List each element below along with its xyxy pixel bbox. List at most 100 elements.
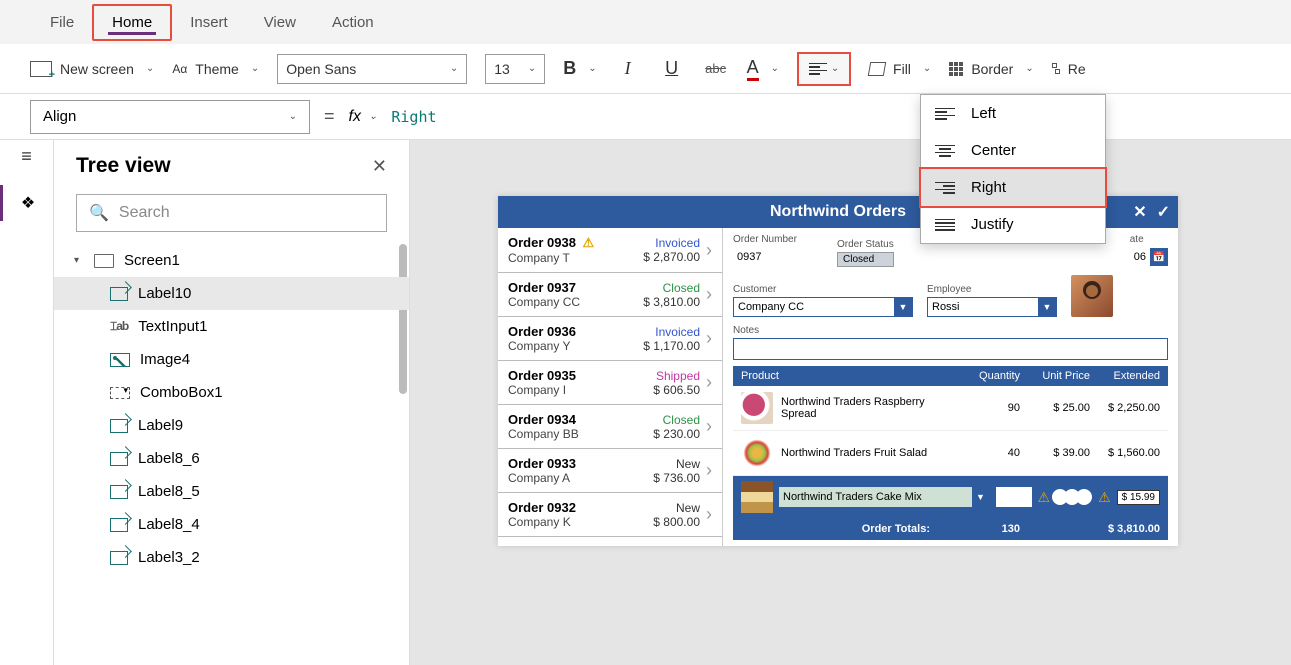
product-qty: 90 <box>960 402 1020 414</box>
new-qty-input[interactable] <box>996 487 1032 507</box>
align-left-icon <box>935 108 955 120</box>
property-select[interactable]: Align ⌄ <box>30 100 310 134</box>
app-title: Northwind Orders <box>770 203 906 221</box>
new-product-select[interactable]: Northwind Traders Cake Mix▼ <box>779 487 990 507</box>
product-name: Northwind Traders Fruit Salad <box>781 447 960 459</box>
tree-node-image4[interactable]: Image4 <box>54 343 409 376</box>
new-product-value: Northwind Traders Cake Mix <box>783 491 922 503</box>
canvas[interactable]: Northwind Orders ✕ ✓ Order 0938 ⚠Company… <box>410 140 1291 665</box>
order-row[interactable]: Order 0932Company KNew$ 800.00› <box>498 493 722 537</box>
align-center-label: Center <box>971 142 1016 159</box>
equals-label: = <box>324 106 335 127</box>
tree-node-label8-6[interactable]: Label8_6 <box>54 442 409 475</box>
fill-button[interactable]: Fill ⌄ <box>869 61 931 77</box>
label-icon <box>110 518 128 532</box>
strikethrough-button[interactable]: abc <box>703 56 729 82</box>
order-row[interactable]: Order 0933Company ANew$ 736.00› <box>498 449 722 493</box>
employee-select[interactable]: Rossi▼ <box>927 297 1057 317</box>
tree-search-input[interactable]: 🔍 Search <box>76 194 387 232</box>
close-icon[interactable]: ✕ <box>372 156 387 177</box>
accept-icon[interactable]: ✓ <box>1157 202 1170 222</box>
label-icon <box>110 287 128 301</box>
menu-file[interactable]: File <box>32 6 92 39</box>
tree-node-screen[interactable]: ▾ Screen1 <box>54 244 409 277</box>
warning-icon: ⚠ <box>1098 489 1111 506</box>
reorder-button[interactable]: Re <box>1052 61 1086 77</box>
order-row[interactable]: Order 0937Company CCClosed$ 3,810.00› <box>498 273 722 317</box>
order-row[interactable]: Order 0935Company IShipped$ 606.50› <box>498 361 722 405</box>
tree-node-label8-5[interactable]: Label8_5 <box>54 475 409 508</box>
order-number-label: Order Number <box>733 234 823 245</box>
align-center-icon <box>935 145 955 157</box>
tree-view-tab[interactable]: ❖ <box>0 185 53 221</box>
chevron-down-icon: ⌄ <box>1025 63 1033 74</box>
tree-node-combobox1[interactable]: ComboBox1 <box>54 376 409 409</box>
font-color-button[interactable]: A⌄ <box>747 57 779 81</box>
underline-button[interactable]: U <box>659 56 685 82</box>
hamburger-icon[interactable]: ≡ <box>21 146 32 167</box>
fx-icon: fx <box>349 108 361 126</box>
new-screen-group[interactable]: New screen ⌄ <box>30 61 154 77</box>
chevron-right-icon: › <box>706 460 712 481</box>
bold-button[interactable]: B⌄ <box>563 58 596 79</box>
label-icon <box>110 551 128 565</box>
theme-group[interactable]: Aα Theme ⌄ <box>172 61 259 77</box>
chevron-down-icon: ⌄ <box>923 63 931 74</box>
tree-node-label3-2[interactable]: Label3_2 <box>54 541 409 574</box>
product-row[interactable]: Northwind Traders Fruit Salad40$ 39.00$ … <box>733 431 1168 476</box>
notes-input[interactable] <box>733 338 1168 360</box>
chevron-down-icon: ⌄ <box>146 63 154 74</box>
theme-icon: Aα <box>172 62 187 76</box>
chevron-down-icon: ⌄ <box>588 63 596 74</box>
employee-value: Rossi <box>932 301 960 313</box>
order-status-label: Order Status <box>837 239 894 250</box>
tree-list: ▾ Screen1 Label10 ⌶abTextInput1 Image4 C… <box>54 244 409 665</box>
text-align-button[interactable]: ⌄ <box>797 52 851 86</box>
reorder-icon <box>1052 63 1060 74</box>
totals-amount: $ 3,810.00 <box>1090 523 1160 535</box>
order-row[interactable]: Order 0938 ⚠Company TInvoiced$ 2,870.00› <box>498 228 722 273</box>
theme-label: Theme <box>195 61 239 77</box>
warning-icon: ⚠ <box>583 235 595 250</box>
border-button[interactable]: Border ⌄ <box>949 61 1033 77</box>
align-right-item[interactable]: Right <box>919 167 1107 208</box>
calendar-icon[interactable]: 📅 <box>1150 248 1168 266</box>
tree-node-label9[interactable]: Label9 <box>54 409 409 442</box>
employee-avatar <box>1071 275 1113 317</box>
font-size-select[interactable]: 13 ⌄ <box>485 54 545 84</box>
tree-node-label: Label8_4 <box>138 516 200 533</box>
tree-node-label10[interactable]: Label10 <box>54 277 409 310</box>
new-price-value: $ 15.99 <box>1117 490 1160 505</box>
left-rail: ≡ ❖ <box>0 140 54 665</box>
order-row[interactable]: Order 0936Company YInvoiced$ 1,170.00› <box>498 317 722 361</box>
italic-button[interactable]: I <box>615 56 641 82</box>
selection-handles[interactable] <box>1056 489 1092 505</box>
add-product-row: Northwind Traders Cake Mix▼ ⚠ ⚠ $ 15.99 <box>733 476 1168 518</box>
menu-home[interactable]: Home <box>92 4 172 41</box>
product-image <box>741 437 773 469</box>
menu-insert[interactable]: Insert <box>172 6 246 39</box>
fx-button[interactable]: fx ⌄ <box>349 108 378 126</box>
align-left-item[interactable]: Left <box>921 95 1105 132</box>
tree-node-label: Label3_2 <box>138 549 200 566</box>
align-center-item[interactable]: Center <box>921 132 1105 169</box>
screen-icon <box>94 254 114 268</box>
totals-label: Order Totals: <box>741 523 960 535</box>
customer-select[interactable]: Company CC▼ <box>733 297 913 317</box>
align-justify-item[interactable]: Justify <box>921 206 1105 243</box>
menu-action[interactable]: Action <box>314 6 392 39</box>
menu-view[interactable]: View <box>246 6 314 39</box>
tree-node-textinput1[interactable]: ⌶abTextInput1 <box>54 310 409 343</box>
product-row[interactable]: Northwind Traders Raspberry Spread90$ 25… <box>733 386 1168 431</box>
cancel-icon[interactable]: ✕ <box>1133 202 1146 222</box>
font-family-select[interactable]: Open Sans ⌄ <box>277 54 467 84</box>
chevron-down-icon: ⌄ <box>771 63 779 74</box>
chevron-down-icon: ⌄ <box>369 111 377 122</box>
order-date-value: 06 <box>1130 247 1150 267</box>
search-icon: 🔍 <box>89 203 109 223</box>
customer-value: Company CC <box>738 301 804 313</box>
tree-node-label8-4[interactable]: Label8_4 <box>54 508 409 541</box>
formula-input[interactable]: Right <box>391 108 436 126</box>
collapse-icon[interactable]: ▾ <box>74 255 84 266</box>
order-row[interactable]: Order 0934Company BBClosed$ 230.00› <box>498 405 722 449</box>
